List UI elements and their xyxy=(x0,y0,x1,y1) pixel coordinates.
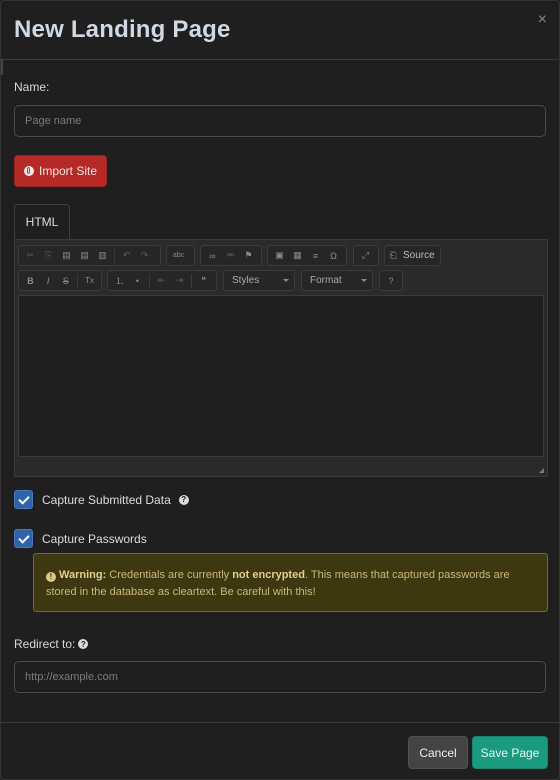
help-toolbar-group: ? xyxy=(379,270,403,291)
modal-header: New Landing Page × xyxy=(1,1,559,60)
cut-icon[interactable]: ✂ xyxy=(22,247,39,264)
warning-emphasis: not encrypted xyxy=(232,569,305,581)
redirect-url-input[interactable] xyxy=(14,661,546,693)
copy-icon[interactable]: ⎘ xyxy=(40,247,57,264)
italic-icon[interactable]: I xyxy=(40,272,57,289)
spellcheck-icon[interactable]: abc xyxy=(170,247,187,264)
toolbar-separator xyxy=(191,273,192,288)
unlink-icon[interactable]: ⚮ xyxy=(222,247,239,264)
insert-toolbar-group: ▣ ▦ ≡ Ω xyxy=(267,245,347,266)
bulleted-list-icon[interactable]: • xyxy=(129,272,146,289)
import-site-label: Import Site xyxy=(38,164,98,178)
toolbar-separator xyxy=(149,273,150,288)
editor-content-area[interactable] xyxy=(18,295,544,457)
image-icon[interactable]: ▣ xyxy=(271,247,288,264)
html-editor: ✂ ⎘ ▤ ▤ ▥ ↶ ↷ abc ∞ ⚮ ⚑ ▣ ▦ ≡ Ω ⤢ ⎗ Sour… xyxy=(14,239,548,477)
chevron-down-icon xyxy=(283,279,289,282)
capture-passwords-row: Capture Passwords xyxy=(14,529,147,548)
table-icon[interactable]: ▦ xyxy=(289,247,306,264)
source-button[interactable]: ⎗ Source xyxy=(384,245,441,266)
strike-icon[interactable]: S xyxy=(58,272,75,289)
link-icon[interactable]: ∞ xyxy=(204,247,221,264)
capture-submitted-data-label: Capture Submitted Data xyxy=(42,492,171,507)
source-label: Source xyxy=(403,250,435,261)
special-char-icon[interactable]: Ω xyxy=(325,247,342,264)
format-dropdown[interactable]: Format xyxy=(301,270,373,291)
modal-title: New Landing Page xyxy=(14,16,231,43)
resize-handle-icon[interactable] xyxy=(539,468,544,473)
numbered-list-icon[interactable]: ⒈ xyxy=(111,272,128,289)
horizontal-line-icon[interactable]: ≡ xyxy=(307,247,324,264)
remove-format-icon[interactable]: Tx xyxy=(81,272,98,289)
modal-footer: Cancel Save Page xyxy=(1,722,559,780)
basic-style-toolbar-group: B I S Tx xyxy=(18,270,102,291)
cancel-button[interactable]: Cancel xyxy=(408,736,468,769)
password-warning-alert: ! Warning: Credentials are currently not … xyxy=(33,553,548,612)
paste-icon[interactable]: ▤ xyxy=(58,247,75,264)
editor-tabs: HTML xyxy=(14,204,548,240)
redirect-label-row: Redirect to: ? xyxy=(14,637,89,651)
warning-title: Warning: xyxy=(59,569,107,581)
link-toolbar-group: ∞ ⚮ ⚑ xyxy=(200,245,262,266)
import-site-button[interactable]: Import Site xyxy=(14,155,107,187)
bold-icon[interactable]: B xyxy=(22,272,39,289)
question-circle-icon[interactable]: ? xyxy=(178,494,189,505)
blockquote-icon[interactable]: ❝ xyxy=(195,272,212,289)
spellcheck-toolbar-group: abc xyxy=(166,245,195,266)
redirect-label: Redirect to: xyxy=(14,637,76,651)
page-name-input[interactable] xyxy=(14,105,546,137)
capture-passwords-checkbox[interactable] xyxy=(14,529,33,548)
outdent-icon[interactable]: ⇤ xyxy=(153,272,170,289)
capture-submitted-data-checkbox[interactable] xyxy=(14,490,33,509)
indent-icon[interactable]: ⇥ xyxy=(171,272,188,289)
new-landing-page-modal: New Landing Page × Name: Import Site HTM… xyxy=(0,0,560,780)
question-circle-icon[interactable]: ? xyxy=(78,639,89,649)
styles-label: Styles xyxy=(232,275,260,286)
styles-dropdown[interactable]: Styles xyxy=(223,270,295,291)
anchor-icon[interactable]: ⚑ xyxy=(240,247,257,264)
paste-text-icon[interactable]: ▤ xyxy=(76,247,93,264)
tab-html[interactable]: HTML xyxy=(14,204,70,239)
maximize-toolbar-group: ⤢ xyxy=(353,245,379,266)
capture-submitted-data-row: Capture Submitted Data ? xyxy=(14,490,189,509)
undo-icon[interactable]: ↶ xyxy=(118,247,135,264)
warning-text-before: Credentials are currently xyxy=(106,569,233,581)
maximize-icon[interactable]: ⤢ xyxy=(357,247,374,264)
left-divider xyxy=(1,59,3,75)
format-label: Format xyxy=(310,275,342,286)
toolbar-separator xyxy=(77,273,79,288)
save-page-button[interactable]: Save Page xyxy=(472,736,548,769)
close-icon[interactable]: × xyxy=(538,11,547,29)
paste-word-icon[interactable]: ▥ xyxy=(94,247,111,264)
toolbar-separator xyxy=(114,248,115,263)
capture-passwords-label: Capture Passwords xyxy=(42,531,147,546)
globe-icon xyxy=(23,166,34,176)
chevron-down-icon xyxy=(361,279,367,282)
help-icon[interactable]: ? xyxy=(383,272,399,289)
name-label: Name: xyxy=(14,80,50,94)
source-icon: ⎗ xyxy=(389,250,397,260)
paragraph-toolbar-group: ⒈ • ⇤ ⇥ ❝ xyxy=(107,270,217,291)
redo-icon[interactable]: ↷ xyxy=(136,247,153,264)
exclamation-circle-icon: ! xyxy=(46,571,56,582)
clipboard-toolbar-group: ✂ ⎘ ▤ ▤ ▥ ↶ ↷ xyxy=(18,245,161,266)
